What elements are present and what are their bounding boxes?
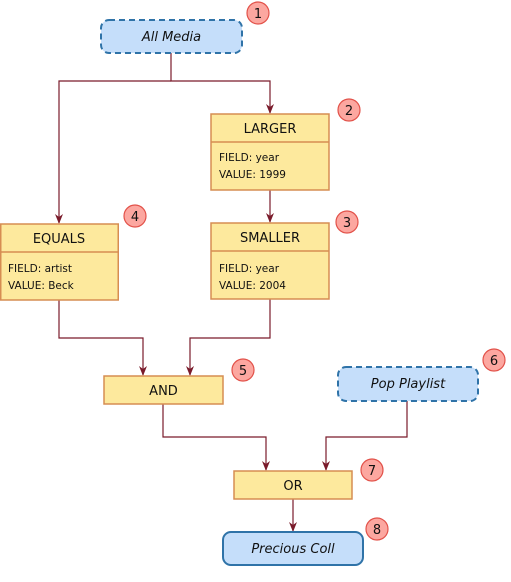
svg-text:8: 8 xyxy=(373,523,381,538)
node-label: Pop Playlist xyxy=(371,377,446,392)
node-value: VALUE: 1999 xyxy=(219,169,286,181)
edge-equals-and xyxy=(58,300,144,375)
node-label: SMALLER xyxy=(240,231,300,246)
node-label: EQUALS xyxy=(33,232,85,247)
node-value: VALUE: Beck xyxy=(8,280,75,292)
node-label: All Media xyxy=(141,30,201,45)
svg-text:7: 7 xyxy=(368,464,376,479)
node-field: FIELD: year xyxy=(219,263,280,275)
node-field: FIELD: artist xyxy=(8,263,72,275)
edge-pop-or xyxy=(325,401,408,470)
svg-text:1: 1 xyxy=(254,7,262,22)
svg-text:2: 2 xyxy=(345,104,353,119)
node-precious-coll[interactable]: Precious Coll xyxy=(222,531,364,566)
badge-5: 5 xyxy=(231,358,255,382)
node-field: FIELD: year xyxy=(219,152,280,164)
badge-2: 2 xyxy=(337,98,361,122)
svg-text:6: 6 xyxy=(490,354,498,369)
badge-3: 3 xyxy=(335,210,359,234)
svg-text:5: 5 xyxy=(239,364,247,379)
edge-allmedia-larger xyxy=(170,53,271,113)
svg-text:3: 3 xyxy=(343,216,351,231)
node-label: OR xyxy=(283,479,302,494)
edge-and-or xyxy=(162,404,267,470)
badge-1: 1 xyxy=(246,1,270,25)
node-equals[interactable]: EQUALS FIELD: artist VALUE: Beck xyxy=(0,223,119,301)
node-pop-playlist[interactable]: Pop Playlist xyxy=(337,366,479,402)
node-label: LARGER xyxy=(244,122,297,137)
node-and[interactable]: AND xyxy=(103,375,224,405)
edge-smaller-and xyxy=(189,299,271,375)
node-larger[interactable]: LARGER FIELD: year VALUE: 1999 xyxy=(210,113,330,191)
svg-text:4: 4 xyxy=(131,210,139,225)
badge-6: 6 xyxy=(482,348,506,372)
node-value: VALUE: 2004 xyxy=(219,280,286,292)
node-or[interactable]: OR xyxy=(233,470,353,500)
query-diagram: All Media LARGER FIELD: year VALUE: 1999… xyxy=(0,1,506,566)
badge-8: 8 xyxy=(365,517,389,541)
badge-4: 4 xyxy=(123,204,147,228)
node-all-media[interactable]: All Media xyxy=(100,19,243,54)
node-label: Precious Coll xyxy=(251,542,335,557)
edge-allmedia-equals xyxy=(58,80,171,223)
node-label: AND xyxy=(149,384,178,399)
node-smaller[interactable]: SMALLER FIELD: year VALUE: 2004 xyxy=(210,222,330,300)
badge-7: 7 xyxy=(360,458,384,482)
